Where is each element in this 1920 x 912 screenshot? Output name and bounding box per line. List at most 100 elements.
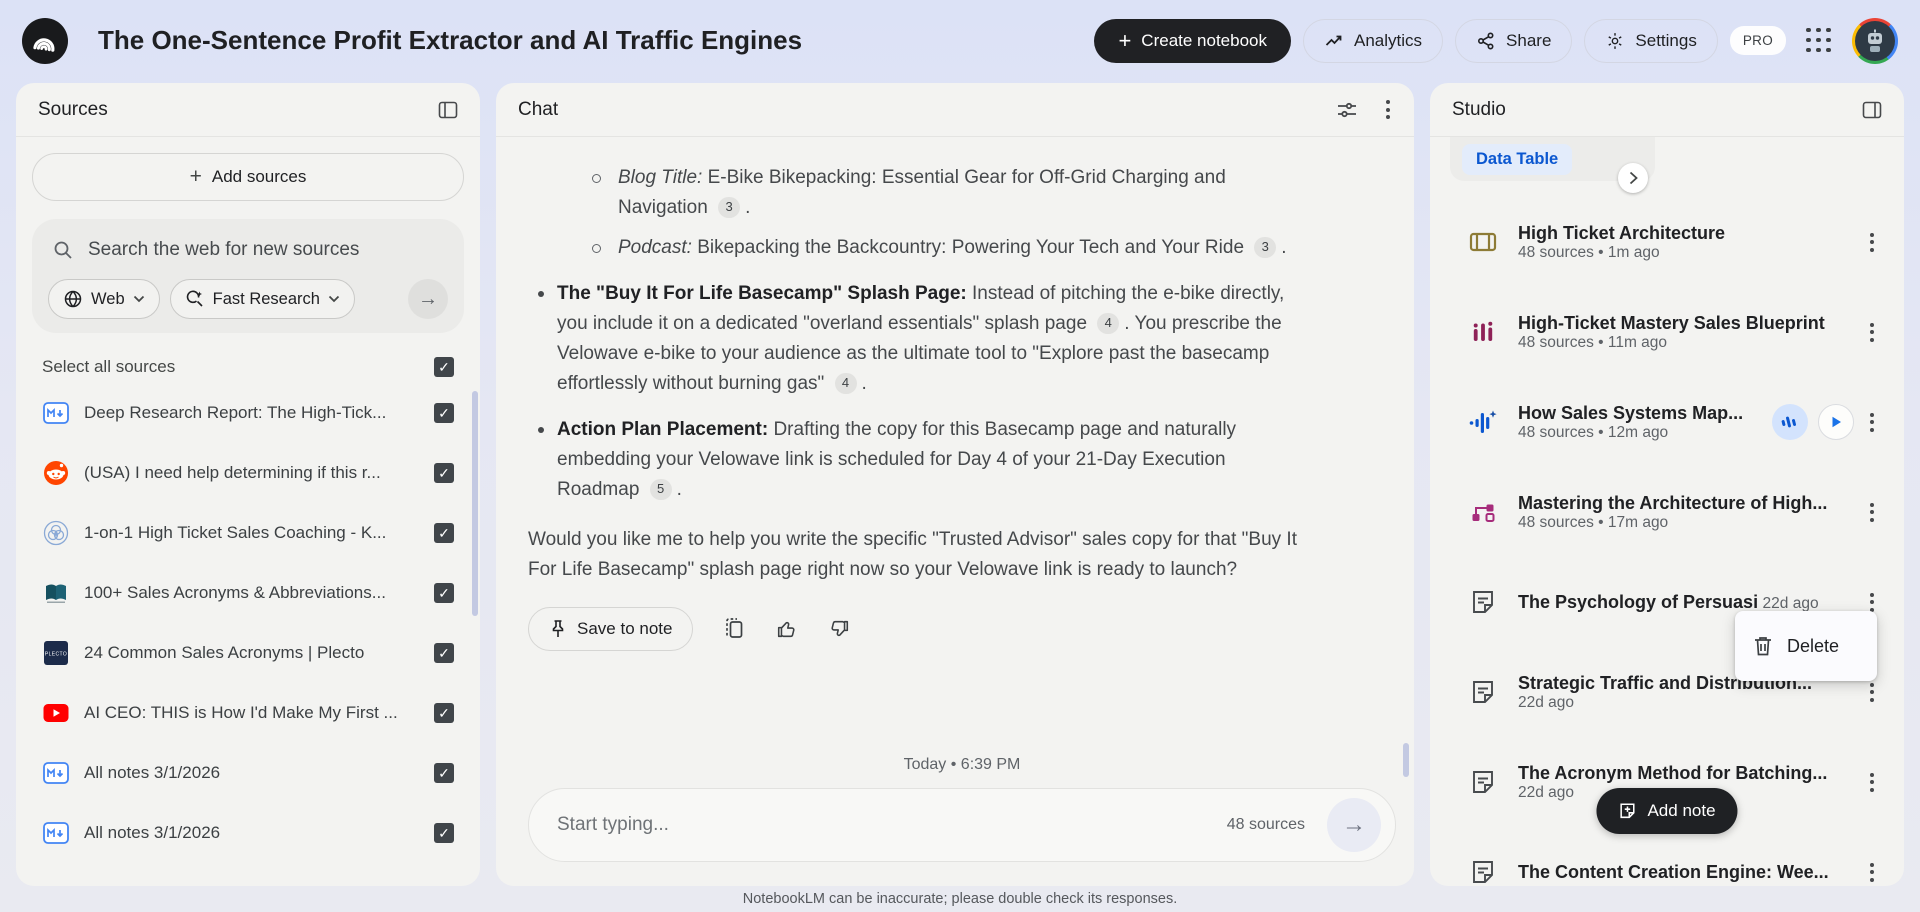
citation-chip[interactable]: 5 bbox=[649, 478, 672, 500]
chat-body: Blog Title: E-Bike Bikepacking: Essentia… bbox=[496, 137, 1414, 886]
message-actions-row: Save to note bbox=[528, 607, 1396, 651]
pin-icon bbox=[552, 620, 564, 637]
note-icon bbox=[1468, 587, 1498, 617]
chat-settings-tune-icon[interactable] bbox=[1336, 100, 1358, 120]
studio-item[interactable]: High Ticket Architecture 48 sources • 1m… bbox=[1430, 197, 1904, 287]
markdown-doc-icon bbox=[42, 399, 70, 427]
search-row[interactable]: Search the web for new sources bbox=[48, 237, 448, 261]
citation-chip[interactable]: 4 bbox=[834, 372, 857, 394]
closing-question: Would you like me to help you write the … bbox=[528, 529, 1297, 580]
web-filter-dropdown[interactable]: Web bbox=[48, 279, 160, 319]
list-item: The "Buy It For Life Basecamp" Splash Pa… bbox=[528, 279, 1303, 399]
copy-icon[interactable] bbox=[723, 617, 745, 641]
source-checkbox[interactable]: ✓ bbox=[434, 523, 454, 543]
chevron-right-icon bbox=[1629, 171, 1638, 185]
data-table-chip[interactable]: Data Table bbox=[1462, 143, 1573, 175]
live-waveform-icon bbox=[1781, 416, 1796, 428]
studio-item[interactable]: How Sales Systems Map... 48 sources • 12… bbox=[1430, 377, 1904, 467]
source-item[interactable]: AI CEO: THIS is How I'd Make My First ..… bbox=[32, 683, 464, 743]
search-icon bbox=[54, 241, 72, 259]
assistant-message: Blog Title: E-Bike Bikepacking: Essentia… bbox=[528, 163, 1303, 585]
thumbs-up-icon[interactable] bbox=[775, 618, 798, 640]
plus-icon: + bbox=[189, 165, 202, 188]
plus-icon: + bbox=[1118, 27, 1132, 53]
add-sources-button[interactable]: + Add sources bbox=[32, 153, 464, 201]
citation-chip[interactable]: 3 bbox=[718, 196, 741, 218]
studio-item[interactable]: The Content Creation Engine: Wee... bbox=[1430, 827, 1904, 886]
data-table-expand-button[interactable] bbox=[1618, 163, 1648, 193]
account-avatar[interactable] bbox=[1852, 17, 1898, 64]
expand-studio-panel-icon[interactable] bbox=[1862, 101, 1882, 119]
item-more-menu-icon[interactable] bbox=[1868, 861, 1876, 884]
note-icon bbox=[1468, 767, 1498, 797]
source-checkbox[interactable]: ✓ bbox=[434, 763, 454, 783]
search-submit-button[interactable]: → bbox=[408, 279, 448, 319]
sources-body: + Add sources Search the web for new sou… bbox=[16, 137, 480, 886]
source-item[interactable]: (USA) I need help determining if this r.… bbox=[32, 443, 464, 503]
source-checkbox[interactable]: ✓ bbox=[434, 463, 454, 483]
notebooklm-logo-icon[interactable] bbox=[22, 17, 68, 64]
source-item[interactable]: 100+ Sales Acronyms & Abbreviations... ✓ bbox=[32, 563, 464, 623]
studio-item[interactable]: Mastering the Architecture of High... 48… bbox=[1430, 467, 1904, 557]
research-mode-dropdown[interactable]: Fast Research bbox=[169, 279, 355, 319]
send-button[interactable]: → bbox=[1327, 798, 1381, 852]
bar-chart-icon bbox=[1468, 317, 1498, 347]
analytics-button[interactable]: Analytics bbox=[1303, 18, 1444, 63]
note-icon bbox=[1468, 857, 1498, 886]
studio-item[interactable]: High-Ticket Mastery Sales Blueprint 48 s… bbox=[1430, 287, 1904, 377]
save-to-note-button[interactable]: Save to note bbox=[528, 607, 694, 651]
item-more-menu-icon[interactable] bbox=[1868, 771, 1876, 794]
select-all-checkbox[interactable]: ✓ bbox=[434, 357, 454, 377]
source-item[interactable]: All notes 3/1/2026 ✓ bbox=[32, 803, 464, 863]
chat-panel-header: Chat bbox=[496, 83, 1414, 137]
source-item[interactable]: PLECTO 24 Common Sales Acronyms | Plecto… bbox=[32, 623, 464, 683]
sources-scrollbar[interactable] bbox=[472, 391, 478, 616]
create-notebook-button[interactable]: + Create notebook bbox=[1094, 18, 1291, 63]
chat-input-bar: 48 sources → bbox=[528, 788, 1396, 862]
source-checkbox[interactable]: ✓ bbox=[434, 583, 454, 603]
source-checkbox[interactable]: ✓ bbox=[434, 823, 454, 843]
item-more-menu-icon[interactable] bbox=[1868, 321, 1876, 344]
trending-up-icon bbox=[1325, 35, 1342, 46]
item-more-menu-icon[interactable] bbox=[1868, 681, 1876, 704]
collapse-sources-panel-icon[interactable] bbox=[438, 101, 458, 119]
item-more-menu-icon[interactable] bbox=[1868, 231, 1876, 254]
source-item[interactable]: Deep Research Report: The High-Tick... ✓ bbox=[32, 383, 464, 443]
book-favicon-icon bbox=[42, 579, 70, 607]
search-filter-row: Web Fast Research → bbox=[48, 279, 448, 319]
studio-panel-header: Studio bbox=[1430, 83, 1904, 137]
citation-chip[interactable]: 3 bbox=[1254, 236, 1277, 258]
delete-menu-item[interactable]: Delete bbox=[1735, 611, 1877, 681]
source-item[interactable]: All notes 3/1/2026 ✓ bbox=[32, 743, 464, 803]
notebooklm-app: The One-Sentence Profit Extractor and AI… bbox=[0, 0, 1920, 912]
source-checkbox[interactable]: ✓ bbox=[434, 703, 454, 723]
add-note-button[interactable]: Add note bbox=[1596, 788, 1738, 834]
item-more-menu-icon[interactable] bbox=[1868, 411, 1876, 434]
play-audio-button[interactable] bbox=[1818, 404, 1854, 440]
interactive-mode-button[interactable] bbox=[1772, 404, 1808, 440]
notebook-title: The One-Sentence Profit Extractor and AI… bbox=[98, 25, 803, 55]
flashcards-icon bbox=[1468, 227, 1498, 257]
chevron-down-icon bbox=[328, 295, 340, 303]
audio-waveform-icon bbox=[1468, 407, 1498, 437]
settings-button[interactable]: Settings bbox=[1584, 18, 1718, 63]
research-sparkle-icon bbox=[186, 290, 203, 307]
chevron-down-icon bbox=[133, 295, 144, 303]
add-note-icon bbox=[1620, 803, 1635, 819]
item-more-menu-icon[interactable] bbox=[1868, 501, 1876, 524]
list-item: Podcast: Bikepacking the Backcountry: Po… bbox=[528, 233, 1303, 263]
avatar-robot-image bbox=[1855, 20, 1895, 61]
source-checkbox[interactable]: ✓ bbox=[434, 403, 454, 423]
plecto-favicon-icon: PLECTO bbox=[42, 639, 70, 667]
source-checkbox[interactable]: ✓ bbox=[434, 643, 454, 663]
bullet-list: The "Buy It For Life Basecamp" Splash Pa… bbox=[528, 279, 1303, 505]
citation-chip[interactable]: 4 bbox=[1097, 312, 1120, 334]
google-apps-grid-icon[interactable] bbox=[1806, 27, 1832, 54]
chat-input[interactable] bbox=[557, 814, 1227, 836]
markdown-doc-icon bbox=[42, 759, 70, 787]
source-item[interactable]: 1-on-1 High Ticket Sales Coaching - K...… bbox=[32, 503, 464, 563]
thumbs-down-icon[interactable] bbox=[828, 618, 851, 640]
chat-scrollbar[interactable] bbox=[1403, 743, 1409, 777]
chat-more-menu-icon[interactable] bbox=[1384, 98, 1392, 121]
share-button[interactable]: Share bbox=[1455, 18, 1573, 63]
